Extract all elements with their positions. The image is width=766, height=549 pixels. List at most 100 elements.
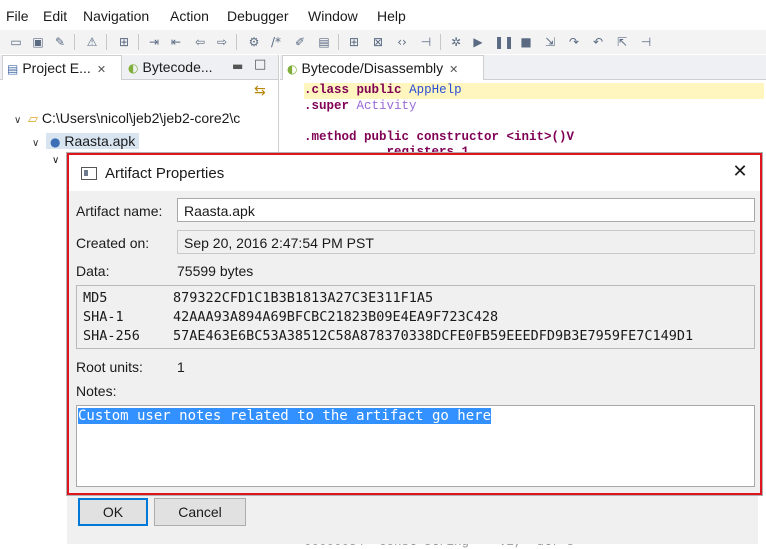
menubar: File Edit Navigation Action Debugger Win… [0,0,766,30]
step-icon[interactable]: ‹› [394,34,410,50]
code-directive: .super [304,98,350,113]
dialog-titlebar: Artifact Properties ✕ [69,155,760,191]
comment-icon[interactable]: /* [268,34,284,50]
folder-open-icon: ▱ [28,112,38,127]
detach-icon[interactable]: ⊣ [638,34,654,50]
left-tabbar: ▤ Project E... ✕ ◐ Bytecode... ▬ □ [0,55,278,80]
code-text: .method public constructor <init>()V [304,129,575,144]
notes-text-selected: Custom user notes related to the artifac… [78,408,492,424]
tree-node-artifact[interactable]: ∨ ● Raasta.apk [32,131,140,154]
window-icon [81,167,97,180]
android-icon: ◐ [128,61,139,75]
step-into-icon[interactable]: ■ [518,34,534,50]
menu-edit[interactable]: Edit [43,8,67,24]
hash-algo: SHA-1 [83,309,124,325]
menu-navigation[interactable]: Navigation [83,8,149,24]
chevron-down-icon[interactable]: ∨ [14,111,28,131]
hash-value: 879322CFD1C1B3B1813A27C3E311F1A5 [173,290,434,306]
notes-label: Notes: [76,383,117,399]
artifact-properties-dialog: Artifact Properties ✕ Artifact name: Raa… [67,153,762,495]
dialog-title: Artifact Properties [105,165,225,182]
root-units-label: Root units: [76,359,143,375]
tab-project-explorer[interactable]: ▤ Project E... ✕ [2,55,122,80]
artifact-name-label: Artifact name: [76,203,163,219]
graph-icon[interactable]: ▤ [316,34,332,50]
structure-icon[interactable]: ⊞ [346,34,362,50]
export-icon[interactable]: ⇥ [146,34,162,50]
close-icon[interactable]: ✕ [449,63,458,76]
chevron-down-icon[interactable]: ∨ [32,134,46,154]
maximize-icon[interactable]: □ [254,57,266,72]
xref-icon[interactable]: ⚙ [246,34,262,50]
link-editor-icon[interactable]: ⇆ [254,83,266,99]
artifact-name-field[interactable]: Raasta.apk [177,198,755,222]
dialog-button-bar: OK Cancel [67,493,758,544]
stop-icon[interactable]: ❚❚ [494,34,514,50]
tab-bytecode-disassembly[interactable]: ◐ Bytecode/Disassembly ✕ [282,55,484,80]
data-size-value: 75599 bytes [177,263,254,279]
tab-bytecode-hierarchy[interactable]: ◐ Bytecode... [124,55,224,79]
tree-node-artifact-label: Raasta.apk [64,133,136,149]
code-keyword: public [356,83,402,97]
tree-node-project-label: C:\Users\nicol\jeb2\jeb2-core2\c [41,110,241,126]
hash-row-sha1: SHA-1 42AAA93A894A69BFCBC21823B09E4EA9F72… [83,308,498,327]
wrench-icon[interactable]: ✎ [52,34,68,50]
tab-bytecode-disassembly-label: Bytecode/Disassembly [301,60,444,76]
created-on-label: Created on: [76,235,150,251]
toolbar-separator [138,34,139,50]
tree-node-artifact-selected: ● Raasta.apk [46,133,140,149]
menu-file[interactable]: File [6,8,29,24]
run-to-cursor-icon[interactable]: ⇱ [614,34,630,50]
ok-button[interactable]: OK [78,498,148,526]
code-class-name: AppHelp [409,83,462,97]
toolbar-separator [74,34,75,50]
android-icon: ◐ [287,62,298,76]
menu-action[interactable]: Action [170,8,209,24]
run-to-icon[interactable]: ↶ [590,34,606,50]
rename-icon[interactable]: ✐ [292,34,308,50]
tab-project-explorer-label: Project E... [22,60,91,76]
minimize-icon[interactable]: ▬ [232,59,243,73]
chevron-down-icon[interactable]: ∨ [52,155,59,166]
forward-icon[interactable]: ⇨ [214,34,230,50]
toolbar-separator [236,34,237,50]
root-units-value: 1 [177,359,185,375]
code-line: .class public AppHelp [304,83,764,99]
code-view[interactable]: .class public AppHelp .super Activity .m… [304,83,764,161]
close-icon[interactable]: ✕ [728,161,752,185]
step-over-icon[interactable]: ⇲ [542,34,558,50]
code-directive: .class [304,83,350,97]
menu-window[interactable]: Window [308,8,358,24]
notes-textarea[interactable]: Custom user notes related to the artifac… [76,405,755,487]
menu-help[interactable]: Help [377,8,406,24]
tree-node-project[interactable]: ∨ ▱ C:\Users\nicol\jeb2\jeb2-core2\c [14,108,240,128]
tab-bytecode-label: Bytecode... [142,59,213,75]
code-line: .method public constructor <init>()V [304,130,764,146]
toolbar-separator [106,34,107,50]
toolbar: ▭ ▣ ✎ ⚠ ⊞ ⇥ ⇤ ⇦ ⇨ ⚙ /* ✐ ▤ ⊞ ⊠ ‹› ⊣ ✲ ▶ … [0,30,766,54]
step-out-icon[interactable]: ↷ [566,34,582,50]
import-icon[interactable]: ⇤ [168,34,184,50]
project-icon: ▤ [7,62,19,76]
hash-value: 42AAA93A894A69BFCBC21823B09E4EA9F723C428 [173,309,499,325]
back-icon[interactable]: ⇦ [192,34,208,50]
hash-value: 57AE463E6BC53A38512C58A878370338DCFE0FB5… [173,328,694,344]
warning-icon[interactable]: ⚠ [84,34,100,50]
toolbar-separator [440,34,441,50]
hash-list[interactable]: MD5 879322CFD1C1B3B1813A27C3E311F1A5 SHA-… [76,285,755,349]
code-icon[interactable]: ⊠ [370,34,386,50]
run-icon[interactable]: ✲ [448,34,464,50]
cancel-button[interactable]: Cancel [154,498,246,526]
code-super-name: Activity [356,98,417,113]
code-line: .super Activity [304,99,764,115]
pause-icon[interactable]: ▶ [470,34,486,50]
hash-row-sha256: SHA-256 57AE463E6BC53A38512C58A878370338D… [83,327,693,346]
close-icon[interactable]: ✕ [97,63,106,76]
hash-algo: SHA-256 [83,328,140,344]
debug-icon[interactable]: ⊣ [418,34,434,50]
save-icon[interactable]: ▣ [30,34,46,50]
open-folder-icon[interactable]: ▭ [8,34,24,50]
new-artifact-icon[interactable]: ⊞ [116,34,132,50]
menu-debugger[interactable]: Debugger [227,8,289,24]
